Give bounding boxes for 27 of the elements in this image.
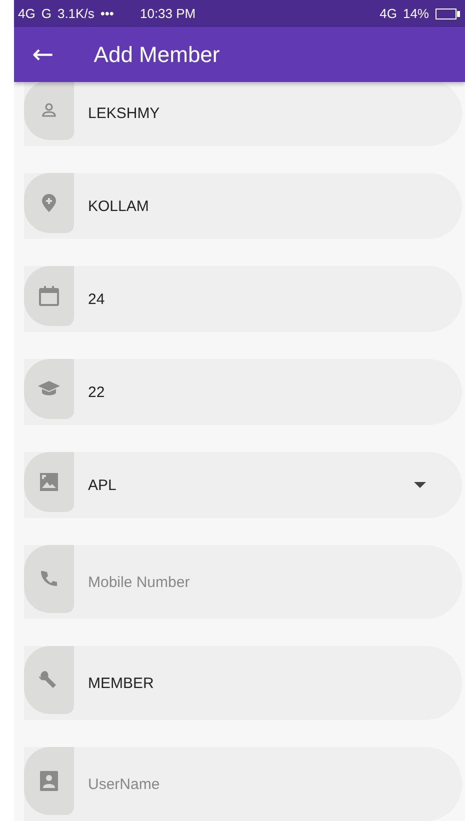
image-icon: [40, 473, 58, 491]
input-field[interactable]: UserName: [86, 774, 462, 794]
location-pin-icon: [42, 194, 56, 212]
more-label: •••: [100, 6, 114, 22]
phone-icon: [40, 570, 58, 588]
network-label: 4G: [18, 6, 36, 22]
calendar-icon: [39, 286, 59, 306]
input-field[interactable]: LEKSHMY: [86, 104, 462, 122]
wrench-icon: [39, 670, 59, 690]
battery-icon: [435, 8, 461, 20]
caret-icon: [414, 482, 426, 488]
input-field[interactable]: KOLLAM: [86, 196, 462, 216]
battery-label: 14%: [402, 6, 429, 22]
time-label: 10:33 PM: [140, 6, 196, 22]
network-label: 4G: [380, 6, 397, 22]
screen-title: Add Member: [94, 42, 220, 68]
person-icon: [41, 102, 57, 118]
graduation-cap-icon: [38, 381, 60, 397]
input-field[interactable]: 24: [86, 290, 462, 308]
dropdown-field[interactable]: APL: [86, 476, 414, 494]
contact-card-icon: [40, 771, 58, 791]
back-button[interactable]: ←: [32, 40, 54, 70]
input-field[interactable]: MEMBER: [86, 674, 462, 692]
network-label: G: [41, 6, 52, 22]
speed-label: 3.1K/s: [57, 6, 94, 22]
input-field[interactable]: Mobile Number: [86, 572, 462, 592]
input-field[interactable]: 22: [86, 382, 462, 402]
